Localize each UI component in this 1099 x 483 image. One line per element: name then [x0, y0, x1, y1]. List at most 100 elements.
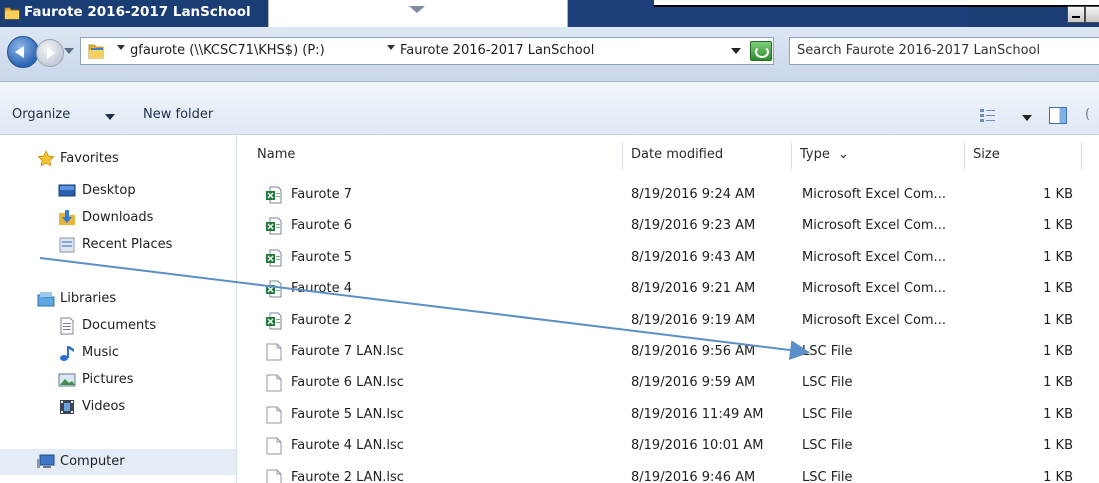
window-title: Faurote 2016-2017 LanSchool: [24, 4, 251, 20]
excel-file-icon: [266, 312, 282, 330]
nav-label: Videos: [82, 399, 126, 414]
file-date-modified: 8/19/2016 9:59 AM: [631, 375, 756, 391]
file-row[interactable]: Faurote 2 8/19/2016 9:19 AM Microsoft Exce…: [237, 306, 1099, 337]
chevron-down-icon[interactable]: [105, 114, 115, 120]
view-options-icon[interactable]: [980, 109, 995, 122]
file-row[interactable]: Faurote 6 LAN.lsc 8/19/2016 9:59 AM LSC Fi…: [237, 368, 1099, 399]
file-size: 1 KB: [1043, 281, 1073, 297]
file-name: Faurote 4: [291, 281, 353, 297]
desktop-icon: [58, 184, 76, 197]
nav-desktop[interactable]: Desktop: [0, 180, 236, 202]
file-date-modified: 8/19/2016 9:43 AM: [631, 249, 756, 265]
file-size: 1 KB: [1043, 375, 1073, 391]
breadcrumb-folder[interactable]: Faurote 2016-2017 LanSchool: [400, 43, 594, 58]
file-type: Microsoft Excel Com...: [802, 312, 946, 328]
file-name: Faurote 2: [291, 312, 353, 328]
recent-places-icon: [59, 237, 75, 253]
file-name: Faurote 6 LAN.lsc: [291, 375, 404, 391]
column-header-date[interactable]: Date modified: [623, 143, 792, 169]
file-row[interactable]: Faurote 2 LAN.lsc 8/19/2016 9:46 AM LSC Fi…: [237, 463, 1099, 483]
address-toolbar: gfaurote (\\KCSC71\KHS$) (P:) Faurote 20…: [0, 27, 1099, 82]
column-type-text: Type: [800, 147, 830, 162]
column-header-type[interactable]: Type ⌄: [792, 143, 965, 169]
excel-file-icon: [266, 249, 282, 267]
title-bar[interactable]: Faurote 2016-2017 LanSchool: [0, 0, 1099, 27]
folder-icon: [4, 7, 20, 20]
file-type: Microsoft Excel Com...: [802, 187, 946, 202]
file-row[interactable]: Faurote 7 8/19/2016 9:24 AM Microsoft Exce…: [237, 180, 1099, 211]
videos-icon: [60, 400, 74, 414]
view-dropdown-icon[interactable]: [1022, 115, 1032, 121]
column-name-label: Name: [257, 147, 296, 162]
sort-chevron-icon: ⌄: [838, 147, 849, 162]
command-bar: Organize New folder (: [0, 82, 1099, 135]
minimize-button[interactable]: [1067, 6, 1085, 23]
back-button[interactable]: [7, 36, 39, 68]
libraries-icon: [37, 292, 55, 307]
file-type: LSC File: [802, 406, 853, 422]
file-type: LSC File: [802, 438, 853, 454]
nav-label: Documents: [82, 318, 157, 333]
file-date-modified: 8/19/2016 10:01 AM: [631, 438, 764, 454]
file-row[interactable]: Faurote 7 LAN.lsc 8/19/2016 9:56 AM LSC Fi…: [237, 337, 1099, 368]
breadcrumb-drive[interactable]: gfaurote (\\KCSC71\KHS$) (P:): [130, 43, 325, 58]
file-date-modified: 8/19/2016 9:23 AM: [631, 218, 756, 234]
nav-videos[interactable]: Videos: [0, 396, 236, 418]
file-date-modified: 8/19/2016 9:46 AM: [631, 469, 756, 483]
file-type: Microsoft Excel Com...: [802, 249, 946, 265]
file-icon: [266, 437, 282, 455]
file-icon: [266, 406, 282, 424]
file-type: Microsoft Excel Com...: [802, 218, 946, 234]
address-dropdown-icon[interactable]: [731, 48, 741, 54]
excel-file-icon: [266, 186, 282, 204]
breadcrumb-chevron-icon[interactable]: [387, 45, 395, 50]
file-row[interactable]: Faurote 4 8/19/2016 9:21 AM Microsoft Exce…: [237, 274, 1099, 305]
address-bar[interactable]: gfaurote (\\KCSC71\KHS$) (P:) Faurote 20…: [80, 37, 774, 65]
file-size: 1 KB: [1043, 469, 1073, 483]
organize-button[interactable]: Organize: [12, 107, 70, 122]
refresh-button[interactable]: [750, 41, 772, 61]
search-placeholder: Search Faurote 2016-2017 LanSchool: [797, 43, 1041, 58]
search-input[interactable]: Search Faurote 2016-2017 LanSchool: [789, 37, 1099, 65]
preview-pane-icon[interactable]: [1049, 107, 1067, 124]
file-date-modified: 8/19/2016 9:21 AM: [631, 281, 756, 297]
downloads-icon: [59, 210, 75, 225]
title-strip-border: [654, 5, 1099, 7]
new-folder-button[interactable]: New folder: [143, 107, 213, 122]
nav-documents[interactable]: Documents: [0, 315, 236, 337]
column-header-name[interactable]: Name: [237, 143, 623, 169]
nav-computer[interactable]: Computer: [0, 449, 236, 475]
nav-recent-places[interactable]: Recent Places: [0, 234, 236, 256]
excel-file-icon: [266, 280, 282, 298]
title-dropdown-tab[interactable]: [268, 0, 568, 27]
nav-libraries[interactable]: Libraries: [0, 288, 236, 310]
breadcrumb-chevron-icon[interactable]: [117, 45, 125, 50]
file-row[interactable]: Faurote 5 LAN.lsc 8/19/2016 11:49 AM LSC F…: [237, 400, 1099, 431]
file-name: Faurote 5: [291, 249, 353, 265]
nav-downloads[interactable]: Downloads: [0, 207, 236, 229]
nav-music[interactable]: Music: [0, 342, 236, 364]
nav-pictures[interactable]: Pictures: [0, 369, 236, 391]
column-header-size[interactable]: Size: [965, 143, 1082, 169]
file-type: LSC File: [802, 469, 853, 483]
file-row[interactable]: Faurote 5 8/19/2016 9:43 AM Microsoft Exce…: [237, 243, 1099, 274]
forward-button[interactable]: [36, 39, 64, 67]
folder-icon: [88, 44, 104, 59]
help-button-partial[interactable]: (: [1085, 107, 1090, 122]
file-type: LSC File: [802, 375, 853, 391]
column-size-label: Size: [973, 147, 1000, 162]
file-row[interactable]: Faurote 6 8/19/2016 9:23 AM Microsoft Exce…: [237, 211, 1099, 242]
navigation-pane: Favorites Desktop Downloads Recent Place…: [0, 135, 237, 483]
nav-favorites[interactable]: Favorites: [0, 148, 236, 170]
file-date-modified: 8/19/2016 11:49 AM: [631, 406, 764, 422]
file-name: Faurote 6: [291, 218, 353, 234]
file-name: Faurote 7 LAN.lsc: [291, 344, 404, 359]
recent-pages-dropdown[interactable]: [64, 48, 74, 54]
file-name: Faurote 4 LAN.lsc: [291, 438, 404, 454]
computer-icon: [37, 454, 55, 468]
maximize-button[interactable]: [1085, 6, 1099, 23]
file-size: 1 KB: [1043, 187, 1073, 202]
file-date-modified: 8/19/2016 9:19 AM: [631, 312, 756, 328]
file-type: LSC File: [802, 344, 853, 359]
file-row[interactable]: Faurote 4 LAN.lsc 8/19/2016 10:01 AM LSC F…: [237, 431, 1099, 462]
